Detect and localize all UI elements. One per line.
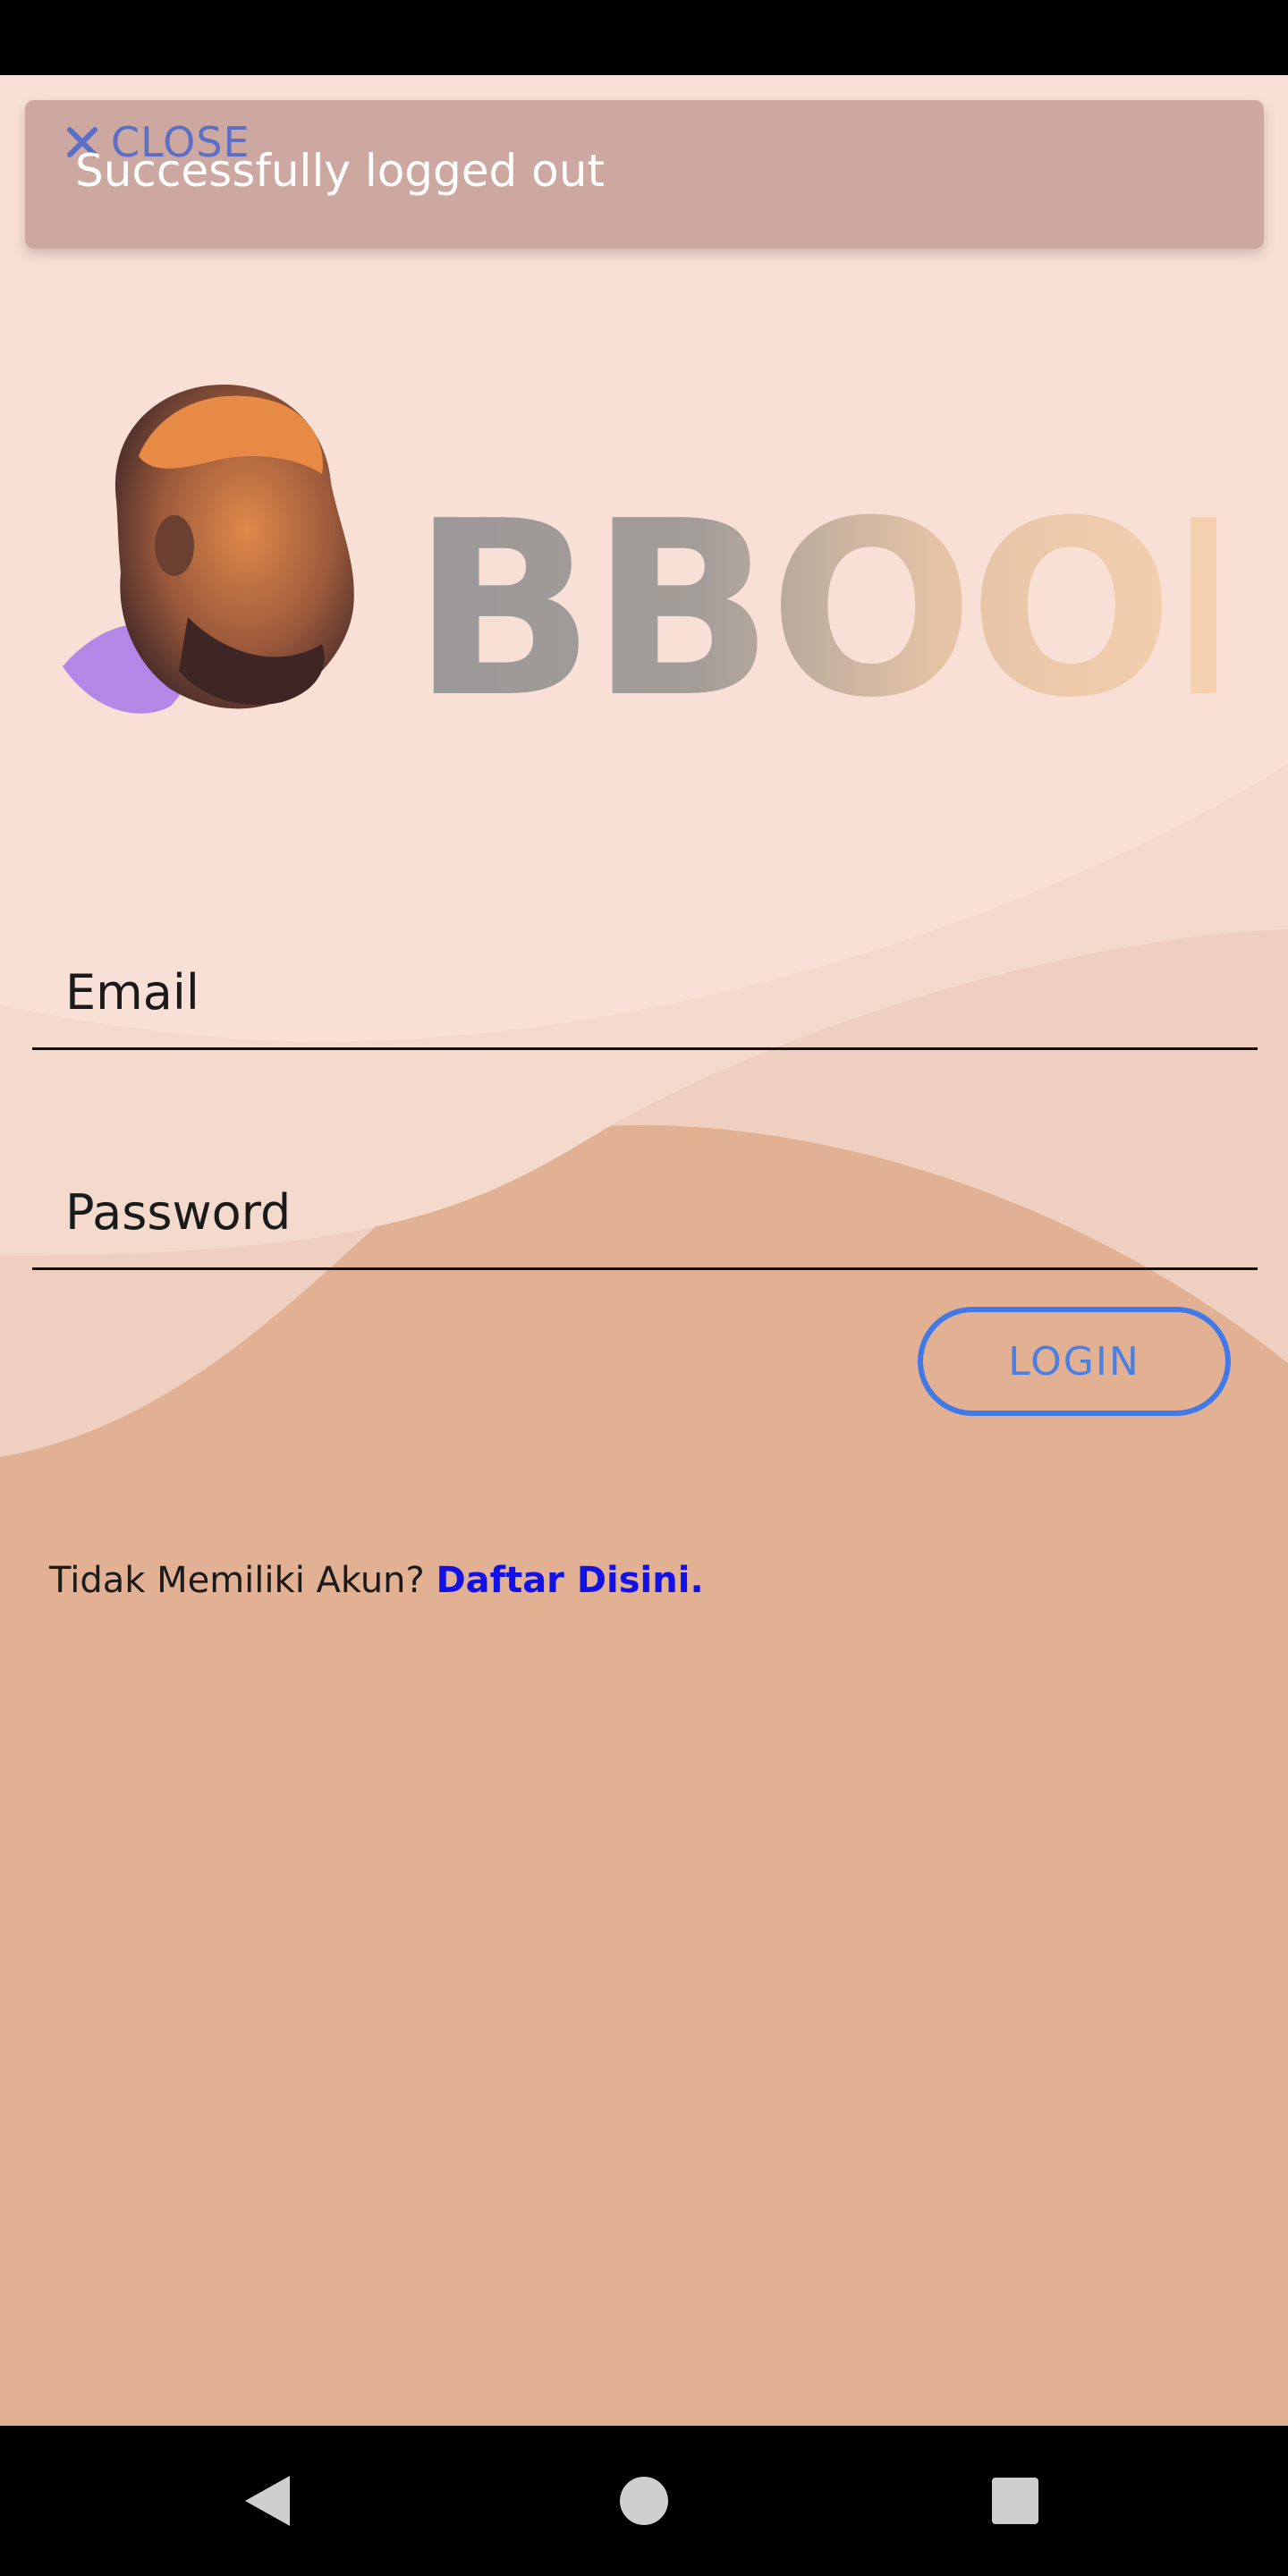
- login-screen: BBOOK LOGIN Tidak Memiliki Akun? Daftar …: [0, 75, 1288, 2426]
- recents-square-icon[interactable]: [979, 2465, 1051, 2537]
- email-field-container[interactable]: [32, 907, 1258, 1050]
- bbook-logo: BBOOK: [63, 385, 1216, 750]
- password-input[interactable]: [65, 1184, 1228, 1241]
- register-link[interactable]: Daftar Disini.: [436, 1560, 703, 1601]
- register-row: Tidak Memiliki Akun? Daftar Disini.: [49, 1560, 704, 1601]
- back-triangle-icon[interactable]: [234, 2465, 306, 2537]
- logout-toast: CLOSE Successfully logged out: [25, 100, 1264, 249]
- password-field-container[interactable]: [32, 1127, 1258, 1270]
- system-navigation-bar: [0, 2426, 1288, 2576]
- login-button[interactable]: LOGIN: [918, 1307, 1231, 1416]
- logo-wordmark: BBOOK: [411, 469, 1216, 750]
- email-input[interactable]: [65, 964, 1228, 1021]
- toast-message: Successfully logged out: [75, 145, 606, 197]
- register-prompt: Tidak Memiliki Akun?: [49, 1560, 436, 1601]
- status-bar: [0, 0, 1288, 75]
- home-circle-icon[interactable]: [608, 2465, 680, 2537]
